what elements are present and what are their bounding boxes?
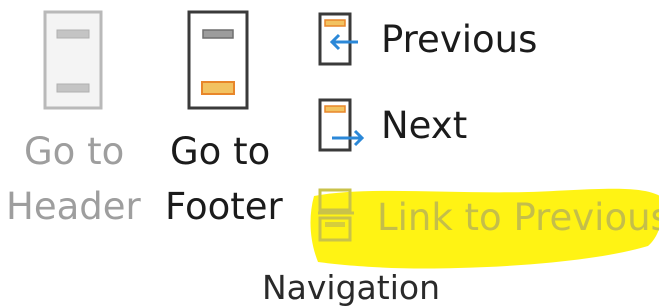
header-footer-navigation-ribbon-group: Go to Header Go to Footer Previous Next: [0, 0, 659, 308]
next-section-button[interactable]: Next: [318, 98, 478, 160]
previous-section-button[interactable]: Previous: [318, 12, 548, 74]
previous-label: Previous: [381, 18, 538, 61]
go-to-header-button[interactable]: Go to Header: [0, 0, 150, 240]
next-label: Next: [381, 104, 468, 147]
link-to-previous-button[interactable]: Link to Previous: [314, 188, 659, 250]
go-to-footer-button[interactable]: Go to Footer: [155, 0, 290, 240]
go-to-header-label-line1: Go to: [24, 130, 125, 173]
go-to-footer-label-line1: Go to: [170, 130, 271, 173]
link-to-previous-icon: [318, 188, 354, 242]
header-page-icon: [43, 10, 103, 110]
previous-section-icon: [318, 12, 358, 66]
go-to-header-label-line2: Header: [6, 185, 141, 228]
go-to-footer-label-line2: Footer: [165, 185, 283, 228]
navigation-group-label: Navigation: [262, 268, 440, 307]
link-to-previous-label: Link to Previous: [377, 196, 659, 239]
next-section-icon: [318, 98, 365, 152]
footer-page-icon: [187, 10, 249, 110]
